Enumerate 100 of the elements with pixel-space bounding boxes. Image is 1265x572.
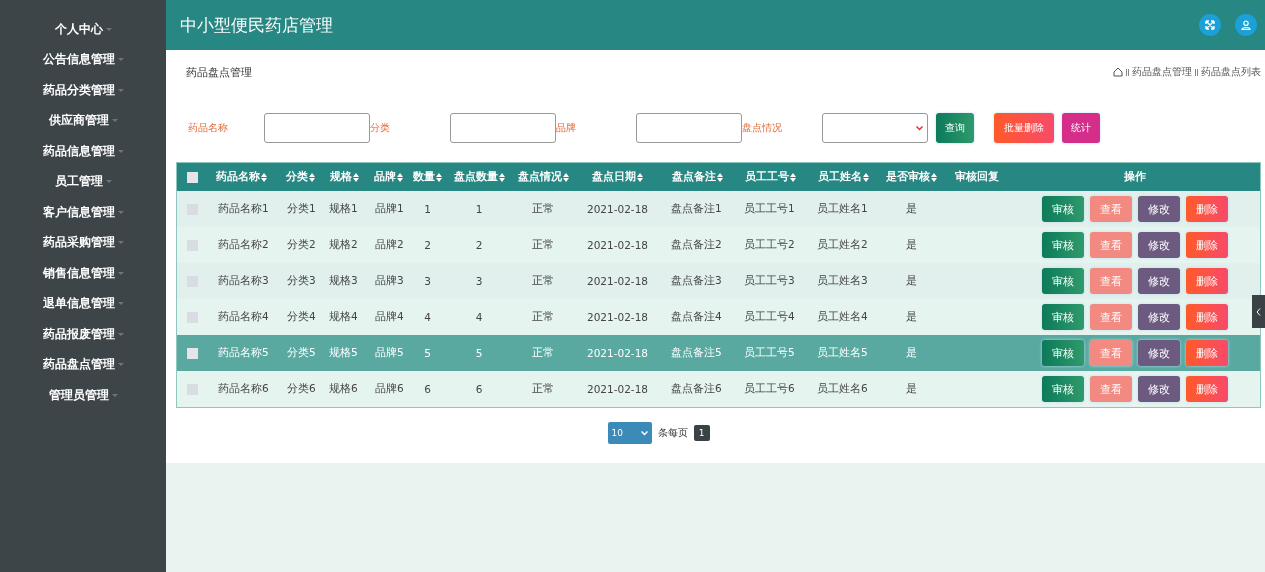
sidebar-item[interactable]: 个人中心 xyxy=(54,14,112,45)
column-header[interactable]: 盘点备注 xyxy=(661,170,734,184)
table-cell: 员工工号4 xyxy=(744,310,795,324)
stats-button[interactable]: 统计 xyxy=(1062,113,1100,143)
breadcrumb-link[interactable]: 药品盘点管理 xyxy=(1132,65,1192,79)
table-cell: 分类4 xyxy=(287,310,316,324)
sidebar-item[interactable]: 客户信息管理 xyxy=(42,197,124,228)
column-header[interactable]: 员工姓名 xyxy=(807,170,879,184)
edit-button[interactable]: 修改 xyxy=(1138,232,1180,258)
edit-button[interactable]: 修改 xyxy=(1138,196,1180,222)
view-button[interactable]: 查看 xyxy=(1090,376,1132,402)
sidebar-item[interactable]: 药品报废管理 xyxy=(42,319,124,350)
delete-button[interactable]: 删除 xyxy=(1186,232,1228,258)
delete-button[interactable]: 删除 xyxy=(1186,376,1228,402)
table-cell: 员工工号3 xyxy=(744,274,795,288)
sidebar-item[interactable]: 员工管理 xyxy=(54,166,112,197)
table-row[interactable]: 药品名称3 分类3 规格3 品牌3 3 3 正常 2021-02-18 盘点备注3 员工工号3 员工姓名3 是 审核 查看 修改 删除 xyxy=(177,263,1260,299)
column-header[interactable]: 员工工号 xyxy=(734,170,807,184)
table-cell: 分类3 xyxy=(287,274,316,288)
sidebar-item[interactable]: 管理员管理 xyxy=(48,380,118,411)
sort-icon xyxy=(436,172,442,182)
page-size-select[interactable]: 10 xyxy=(607,422,652,444)
filter-input[interactable] xyxy=(264,113,370,143)
review-button[interactable]: 审核 xyxy=(1042,268,1084,294)
table-cell: 员工姓名2 xyxy=(817,238,868,252)
view-button[interactable]: 查看 xyxy=(1090,196,1132,222)
table-row[interactable]: 药品名称1 分类1 规格1 品牌1 1 1 正常 2021-02-18 盘点备注1 员工工号1 员工姓名1 是 审核 查看 修改 删除 xyxy=(177,191,1260,227)
table-row[interactable]: 药品名称2 分类2 规格2 品牌2 2 2 正常 2021-02-18 盘点备注2 员工工号2 员工姓名2 是 审核 查看 修改 删除 xyxy=(177,227,1260,263)
column-header[interactable]: 品牌 xyxy=(367,170,409,184)
table-cell: 是 xyxy=(906,202,917,216)
table-cell: 员工工号5 xyxy=(744,346,795,360)
view-button[interactable]: 查看 xyxy=(1090,232,1132,258)
row-checkbox[interactable] xyxy=(187,347,198,359)
edit-button[interactable]: 修改 xyxy=(1138,268,1180,294)
sort-icon xyxy=(562,172,569,182)
separator-icon xyxy=(1195,68,1198,76)
table-row[interactable]: 药品名称4 分类4 规格4 品牌4 4 4 正常 2021-02-18 盘点备注4 员工工号4 员工姓名4 是 审核 查看 修改 删除 xyxy=(177,299,1260,335)
edit-button[interactable]: 修改 xyxy=(1138,376,1180,402)
filter-label: 分类 xyxy=(370,121,391,135)
sidebar-item[interactable]: 药品分类管理 xyxy=(42,75,124,106)
sidebar-item[interactable]: 药品采购管理 xyxy=(42,227,124,258)
sidebar-item[interactable]: 药品盘点管理 xyxy=(42,349,124,380)
table-row[interactable]: 药品名称6 分类6 规格6 品牌6 6 6 正常 2021-02-18 盘点备注6 员工工号6 员工姓名6 是 审核 查看 修改 删除 xyxy=(177,371,1260,407)
column-header[interactable]: 盘点数量 xyxy=(446,170,512,184)
sort-icon xyxy=(261,172,267,182)
table-cell: 盘点备注5 xyxy=(671,346,722,360)
column-header[interactable]: 是否审核 xyxy=(879,170,944,184)
table-cell: 2021-02-18 xyxy=(587,239,648,251)
table-cell: 正常 xyxy=(532,382,554,396)
review-button[interactable]: 审核 xyxy=(1042,376,1084,402)
edit-button[interactable]: 修改 xyxy=(1138,304,1180,330)
review-button[interactable]: 审核 xyxy=(1042,196,1084,222)
breadcrumb-link[interactable]: 药品盘点列表 xyxy=(1201,65,1261,79)
table-cell: 员工工号6 xyxy=(744,382,795,396)
table-cell: 品牌2 xyxy=(375,238,404,252)
sidebar-item[interactable]: 公告信息管理 xyxy=(42,44,124,75)
home-icon[interactable] xyxy=(1113,67,1123,77)
view-button[interactable]: 查看 xyxy=(1090,268,1132,294)
column-header[interactable]: 分类 xyxy=(279,170,321,184)
table-cell: 5 xyxy=(424,347,431,359)
app-title: 中小型便民药店管理 xyxy=(180,13,333,37)
filter-label: 药品名称 xyxy=(188,121,229,135)
review-button[interactable]: 审核 xyxy=(1042,340,1084,366)
column-header[interactable]: 盘点情况 xyxy=(512,170,574,184)
table-cell: 2021-02-18 xyxy=(587,383,648,395)
page-button[interactable]: 1 xyxy=(693,425,710,441)
filter-input[interactable] xyxy=(636,113,742,143)
table-cell: 品牌3 xyxy=(375,274,404,288)
delete-button[interactable]: 删除 xyxy=(1186,196,1228,222)
sidebar-item[interactable]: 退单信息管理 xyxy=(42,288,124,319)
column-header[interactable]: 规格 xyxy=(321,170,367,184)
delete-button[interactable]: 删除 xyxy=(1186,304,1228,330)
edit-button[interactable]: 修改 xyxy=(1138,340,1180,366)
view-button[interactable]: 查看 xyxy=(1090,340,1132,366)
status-select[interactable] xyxy=(822,113,928,143)
view-button[interactable]: 查看 xyxy=(1090,304,1132,330)
sidebar-item[interactable]: 销售信息管理 xyxy=(42,258,124,289)
search-button[interactable]: 查询 xyxy=(936,113,974,143)
column-header[interactable]: 数量 xyxy=(409,170,446,184)
table-cell: 6 xyxy=(424,383,431,395)
column-header[interactable]: 药品名称 xyxy=(204,170,279,184)
sidebar-item[interactable]: 药品信息管理 xyxy=(42,136,124,167)
table-cell: 员工工号2 xyxy=(744,238,795,252)
sidebar-item[interactable]: 供应商管理 xyxy=(48,105,118,136)
user-icon[interactable] xyxy=(1235,14,1257,36)
chevron-icon xyxy=(640,430,648,436)
delete-button[interactable]: 删除 xyxy=(1186,268,1228,294)
table-cell: 盘点备注3 xyxy=(671,274,722,288)
batch-delete-button[interactable]: 批量删除 xyxy=(994,113,1054,143)
delete-button[interactable]: 删除 xyxy=(1186,340,1228,366)
fullscreen-icon[interactable] xyxy=(1199,14,1221,36)
review-button[interactable]: 审核 xyxy=(1042,232,1084,258)
filter-input[interactable] xyxy=(450,113,556,143)
review-button[interactable]: 审核 xyxy=(1042,304,1084,330)
table-cell: 1 xyxy=(475,203,483,215)
table-row[interactable]: 药品名称5 分类5 规格5 品牌5 5 5 正常 2021-02-18 盘点备注5 员工工号5 员工姓名5 是 审核 查看 修改 删除 xyxy=(177,335,1260,371)
collapse-handle[interactable] xyxy=(1252,295,1265,328)
select-all-checkbox[interactable] xyxy=(187,171,198,183)
table-cell: 员工姓名1 xyxy=(817,202,868,216)
column-header[interactable]: 盘点日期 xyxy=(574,170,661,184)
